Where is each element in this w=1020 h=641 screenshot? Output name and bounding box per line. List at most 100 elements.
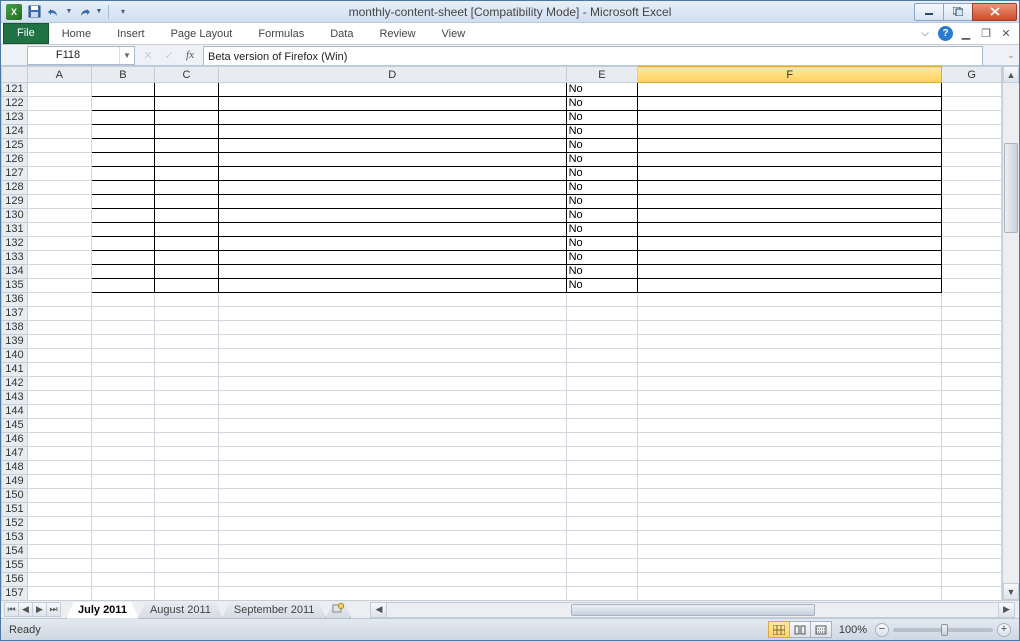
cell[interactable] bbox=[91, 349, 155, 363]
ribbon-tab-view[interactable]: View bbox=[429, 24, 479, 44]
zoom-percentage[interactable]: 100% bbox=[837, 624, 869, 636]
cell[interactable] bbox=[566, 363, 638, 377]
row-header[interactable]: 153 bbox=[2, 531, 28, 545]
cell[interactable] bbox=[638, 237, 942, 251]
cell[interactable] bbox=[566, 419, 638, 433]
minimize-button[interactable] bbox=[914, 3, 944, 21]
row-header[interactable]: 150 bbox=[2, 489, 28, 503]
cell[interactable] bbox=[91, 223, 155, 237]
cell[interactable] bbox=[566, 433, 638, 447]
cell[interactable] bbox=[942, 139, 1002, 153]
cell[interactable] bbox=[155, 209, 219, 223]
cell[interactable] bbox=[218, 363, 566, 377]
page-layout-view-button[interactable] bbox=[789, 621, 811, 638]
hscroll-track[interactable] bbox=[387, 602, 998, 618]
cell[interactable] bbox=[218, 475, 566, 489]
cell[interactable]: No bbox=[566, 223, 638, 237]
cell[interactable] bbox=[91, 377, 155, 391]
workbook-restore-icon[interactable]: ❐ bbox=[979, 27, 993, 41]
cell[interactable] bbox=[91, 573, 155, 587]
column-header-E[interactable]: E bbox=[566, 67, 638, 83]
cell[interactable] bbox=[638, 433, 942, 447]
cell[interactable] bbox=[942, 111, 1002, 125]
cell[interactable] bbox=[942, 405, 1002, 419]
cell[interactable] bbox=[942, 209, 1002, 223]
cell[interactable] bbox=[218, 279, 566, 293]
cell[interactable] bbox=[218, 153, 566, 167]
cell[interactable] bbox=[27, 153, 91, 167]
cell[interactable] bbox=[638, 531, 942, 545]
cell[interactable] bbox=[218, 335, 566, 349]
cell[interactable] bbox=[91, 111, 155, 125]
cell[interactable] bbox=[942, 517, 1002, 531]
page-break-view-button[interactable] bbox=[810, 621, 832, 638]
cell[interactable] bbox=[27, 419, 91, 433]
cell[interactable] bbox=[942, 447, 1002, 461]
cell[interactable] bbox=[155, 391, 219, 405]
cell[interactable] bbox=[566, 461, 638, 475]
cell[interactable] bbox=[566, 559, 638, 573]
cell[interactable] bbox=[91, 279, 155, 293]
cell[interactable] bbox=[638, 391, 942, 405]
normal-view-button[interactable] bbox=[768, 621, 790, 638]
cell[interactable] bbox=[91, 153, 155, 167]
cell[interactable] bbox=[218, 321, 566, 335]
row-header[interactable]: 124 bbox=[2, 125, 28, 139]
cell[interactable] bbox=[155, 181, 219, 195]
cell[interactable] bbox=[91, 321, 155, 335]
insert-function-icon[interactable]: fx bbox=[181, 47, 199, 64]
cell[interactable] bbox=[91, 531, 155, 545]
hscroll-thumb[interactable] bbox=[571, 604, 815, 616]
cell[interactable] bbox=[566, 391, 638, 405]
zoom-track[interactable] bbox=[893, 628, 993, 632]
scroll-left-button[interactable]: ◀ bbox=[370, 602, 387, 618]
cell[interactable] bbox=[91, 363, 155, 377]
cell[interactable] bbox=[566, 475, 638, 489]
cell[interactable] bbox=[27, 293, 91, 307]
cell[interactable] bbox=[218, 293, 566, 307]
cell[interactable] bbox=[638, 503, 942, 517]
row-header[interactable]: 128 bbox=[2, 181, 28, 195]
tab-nav-first-icon[interactable]: ⏮ bbox=[4, 602, 19, 617]
cell[interactable] bbox=[155, 97, 219, 111]
cell[interactable] bbox=[942, 335, 1002, 349]
cell[interactable] bbox=[638, 293, 942, 307]
cell[interactable] bbox=[27, 517, 91, 531]
ribbon-tab-home[interactable]: Home bbox=[49, 24, 104, 44]
cell[interactable] bbox=[566, 405, 638, 419]
cell[interactable] bbox=[27, 545, 91, 559]
cell[interactable] bbox=[218, 349, 566, 363]
cell[interactable] bbox=[27, 363, 91, 377]
name-box[interactable]: ▼ bbox=[27, 46, 135, 65]
undo-icon[interactable] bbox=[45, 3, 63, 21]
cell[interactable] bbox=[27, 125, 91, 139]
row-header[interactable]: 151 bbox=[2, 503, 28, 517]
cell[interactable] bbox=[942, 251, 1002, 265]
spreadsheet-grid[interactable]: ABCDEFG121No122No123No124No125No126No127… bbox=[1, 66, 1002, 600]
cell[interactable] bbox=[566, 531, 638, 545]
cell[interactable] bbox=[218, 447, 566, 461]
cell[interactable] bbox=[218, 503, 566, 517]
cell[interactable] bbox=[155, 195, 219, 209]
row-header[interactable]: 135 bbox=[2, 279, 28, 293]
cell[interactable] bbox=[566, 293, 638, 307]
cell[interactable] bbox=[942, 531, 1002, 545]
workbook-minimize-icon[interactable]: ▁ bbox=[959, 27, 973, 41]
cell[interactable] bbox=[155, 111, 219, 125]
row-header[interactable]: 143 bbox=[2, 391, 28, 405]
column-header-F[interactable]: F bbox=[638, 67, 942, 83]
cell[interactable] bbox=[91, 293, 155, 307]
cell[interactable] bbox=[942, 419, 1002, 433]
column-header-G[interactable]: G bbox=[942, 67, 1002, 83]
cell[interactable] bbox=[155, 503, 219, 517]
cell[interactable] bbox=[638, 153, 942, 167]
cell[interactable] bbox=[638, 475, 942, 489]
zoom-out-button[interactable]: − bbox=[875, 623, 889, 637]
cell[interactable] bbox=[155, 433, 219, 447]
cell[interactable] bbox=[91, 195, 155, 209]
cell[interactable] bbox=[155, 461, 219, 475]
cell[interactable] bbox=[155, 125, 219, 139]
cell[interactable] bbox=[27, 139, 91, 153]
row-header[interactable]: 138 bbox=[2, 321, 28, 335]
cell[interactable]: No bbox=[566, 237, 638, 251]
